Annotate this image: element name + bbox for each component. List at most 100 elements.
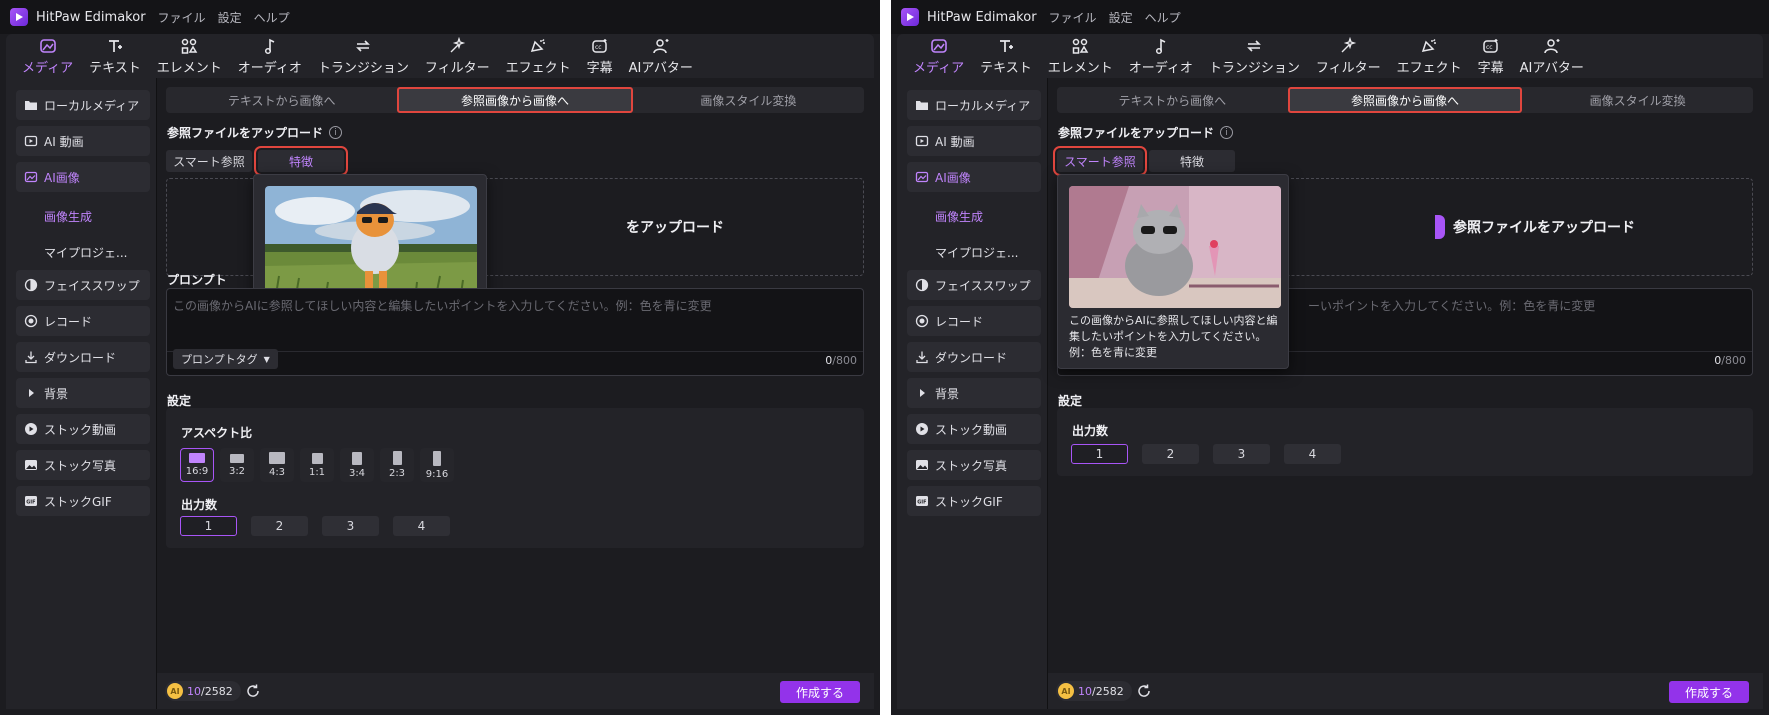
aspect-label: 2:3: [388, 468, 406, 479]
aspect-shape: [392, 451, 402, 465]
upload-section-title: 参照ファイルをアップロード: [167, 126, 324, 140]
tool-filter[interactable]: フィルター: [417, 34, 498, 78]
svg-text:GIF: GIF: [26, 500, 35, 506]
info-icon[interactable]: i: [329, 126, 343, 139]
tab-style-transfer[interactable]: 画像スタイル変換: [633, 87, 864, 113]
tool-elements[interactable]: エレメント: [149, 34, 230, 78]
sidebar-item-label: AI画像: [44, 170, 80, 185]
feature-tab[interactable]: 特徴: [254, 146, 348, 176]
tool-elements[interactable]: エレメント: [1040, 34, 1121, 78]
sidebar-item-stock-video[interactable]: ストック動画: [907, 414, 1041, 444]
sidebar-sub-my-projects[interactable]: マイプロジェ...: [907, 234, 1041, 270]
tool-effect[interactable]: エフェクト: [498, 34, 579, 78]
sidebar-item-stock-photo[interactable]: ストック写真: [907, 450, 1041, 480]
menu-help[interactable]: ヘルプ: [1145, 9, 1181, 26]
sidebar-item-ai-video[interactable]: AI 動画: [16, 126, 150, 156]
tool-text[interactable]: テキスト: [972, 34, 1040, 78]
tab-image-to-image[interactable]: 参照画像から画像へ: [397, 87, 633, 113]
output-count-2[interactable]: 2: [251, 516, 308, 536]
upload-button: 参照ファイルをアップロード: [1435, 215, 1635, 239]
sidebar-item-background[interactable]: 背景: [16, 378, 150, 408]
smart-reference-tab[interactable]: スマート参照: [1053, 146, 1147, 176]
tool-media[interactable]: メディア: [14, 34, 81, 78]
sidebar-item-local-media[interactable]: ローカルメディア: [16, 90, 150, 120]
output-count-1[interactable]: 1: [1071, 444, 1128, 464]
refresh-icon[interactable]: [1136, 683, 1152, 699]
aspect-2-3[interactable]: 2:3: [380, 448, 414, 482]
menu-settings[interactable]: 設定: [218, 9, 242, 26]
sidebar-item-face-swap[interactable]: フェイススワップ: [907, 270, 1041, 300]
menu-file[interactable]: ファイル: [158, 9, 206, 26]
output-count-3[interactable]: 3: [322, 516, 379, 536]
tool-audio[interactable]: オーディオ: [1121, 34, 1201, 78]
aspect-9-16[interactable]: 9:16: [420, 448, 454, 482]
smart-reference-tab[interactable]: スマート参照: [166, 150, 252, 172]
tool-subtitle[interactable]: cc 字幕: [579, 34, 621, 78]
output-count-options: 1 2 3 4: [180, 516, 450, 536]
sidebar-item-stock-gif[interactable]: GIF ストックGIF: [907, 486, 1041, 516]
info-icon[interactable]: i: [1220, 126, 1234, 139]
aspect-1-1[interactable]: 1:1: [300, 448, 334, 482]
tool-avatar[interactable]: AIアバター: [1512, 34, 1592, 78]
credits-badge: AI 10 /2582: [165, 681, 241, 701]
output-count-2[interactable]: 2: [1142, 444, 1199, 464]
ai-video-icon: [915, 134, 929, 148]
sidebar-item-stock-video[interactable]: ストック動画: [16, 414, 150, 444]
ai-image-icon: [24, 170, 38, 184]
menu-file[interactable]: ファイル: [1049, 9, 1097, 26]
tab-text-to-image[interactable]: テキストから画像へ: [166, 87, 397, 113]
sidebar-item-download[interactable]: ダウンロード: [16, 342, 150, 372]
refresh-icon[interactable]: [245, 683, 261, 699]
transition-icon: [1245, 37, 1263, 55]
tool-effect[interactable]: エフェクト: [1389, 34, 1470, 78]
output-count-3[interactable]: 3: [1213, 444, 1270, 464]
sidebar-item-record[interactable]: レコード: [16, 306, 150, 336]
tab-style-transfer[interactable]: 画像スタイル変換: [1522, 87, 1753, 113]
aspect-ratio-label: アスペクト比: [181, 426, 253, 440]
prompt-input[interactable]: この画像からAIに参照してほしい内容と編集したいポイントを入力してください。例：…: [166, 288, 864, 376]
output-count-4[interactable]: 4: [393, 516, 450, 536]
tool-text[interactable]: テキスト: [81, 34, 149, 78]
aspect-3-4[interactable]: 3:4: [340, 448, 374, 482]
tab-image-to-image[interactable]: 参照画像から画像へ: [1287, 87, 1523, 113]
feature-tab[interactable]: 特徴: [1149, 150, 1235, 172]
create-button[interactable]: 作成する: [1669, 681, 1749, 703]
sidebar-item-stock-gif[interactable]: GIF ストックGIF: [16, 486, 150, 516]
aspect-4-3[interactable]: 4:3: [260, 448, 294, 482]
credits-total: /2582: [201, 684, 233, 698]
sidebar-sub-image-generation[interactable]: 画像生成: [16, 198, 150, 234]
sidebar-item-download[interactable]: ダウンロード: [907, 342, 1041, 372]
sidebar-item-ai-video[interactable]: AI 動画: [907, 126, 1041, 156]
sidebar-item-stock-photo[interactable]: ストック写真: [16, 450, 150, 480]
sidebar-item-face-swap[interactable]: フェイススワップ: [16, 270, 150, 300]
aspect-label: 3:4: [348, 467, 366, 479]
tool-audio[interactable]: オーディオ: [230, 34, 310, 78]
tool-filter[interactable]: フィルター: [1308, 34, 1389, 78]
sidebar-sub-my-projects[interactable]: マイプロジェ...: [16, 234, 150, 270]
sidebar-item-ai-image[interactable]: AI画像: [16, 162, 150, 192]
menu-help[interactable]: ヘルプ: [254, 9, 290, 26]
tool-subtitle[interactable]: cc 字幕: [1470, 34, 1512, 78]
sidebar-item-record[interactable]: レコード: [907, 306, 1041, 336]
sidebar-item-local-media[interactable]: ローカルメディア: [907, 90, 1041, 120]
audio-icon: [261, 37, 279, 55]
tool-avatar[interactable]: AIアバター: [621, 34, 701, 78]
tool-transition[interactable]: トランジション: [1201, 34, 1308, 78]
create-button[interactable]: 作成する: [780, 681, 860, 703]
menu-settings[interactable]: 設定: [1109, 9, 1133, 26]
sidebar-item-label: フェイススワップ: [44, 278, 140, 293]
tool-transition[interactable]: トランジション: [310, 34, 417, 78]
prompt-tag-dropdown[interactable]: プロンプトタグ ▼: [173, 349, 278, 369]
coin-icon: AI: [167, 683, 183, 699]
aspect-16-9[interactable]: 16:9: [180, 448, 214, 482]
tool-media[interactable]: メディア: [905, 34, 972, 78]
prompt-label: プロンプト: [167, 273, 227, 287]
sidebar-sub-image-generation[interactable]: 画像生成: [907, 198, 1041, 234]
sidebar-item-background[interactable]: 背景: [907, 378, 1041, 408]
output-count-4[interactable]: 4: [1284, 444, 1341, 464]
tab-text-to-image[interactable]: テキストから画像へ: [1057, 87, 1288, 113]
aspect-3-2[interactable]: 3:2: [220, 448, 254, 482]
sidebar-item-ai-image[interactable]: AI画像: [907, 162, 1041, 192]
prompt-placeholder: ーいポイントを入力してください。例：色を青に変更: [1308, 299, 1596, 313]
output-count-1[interactable]: 1: [180, 516, 237, 536]
